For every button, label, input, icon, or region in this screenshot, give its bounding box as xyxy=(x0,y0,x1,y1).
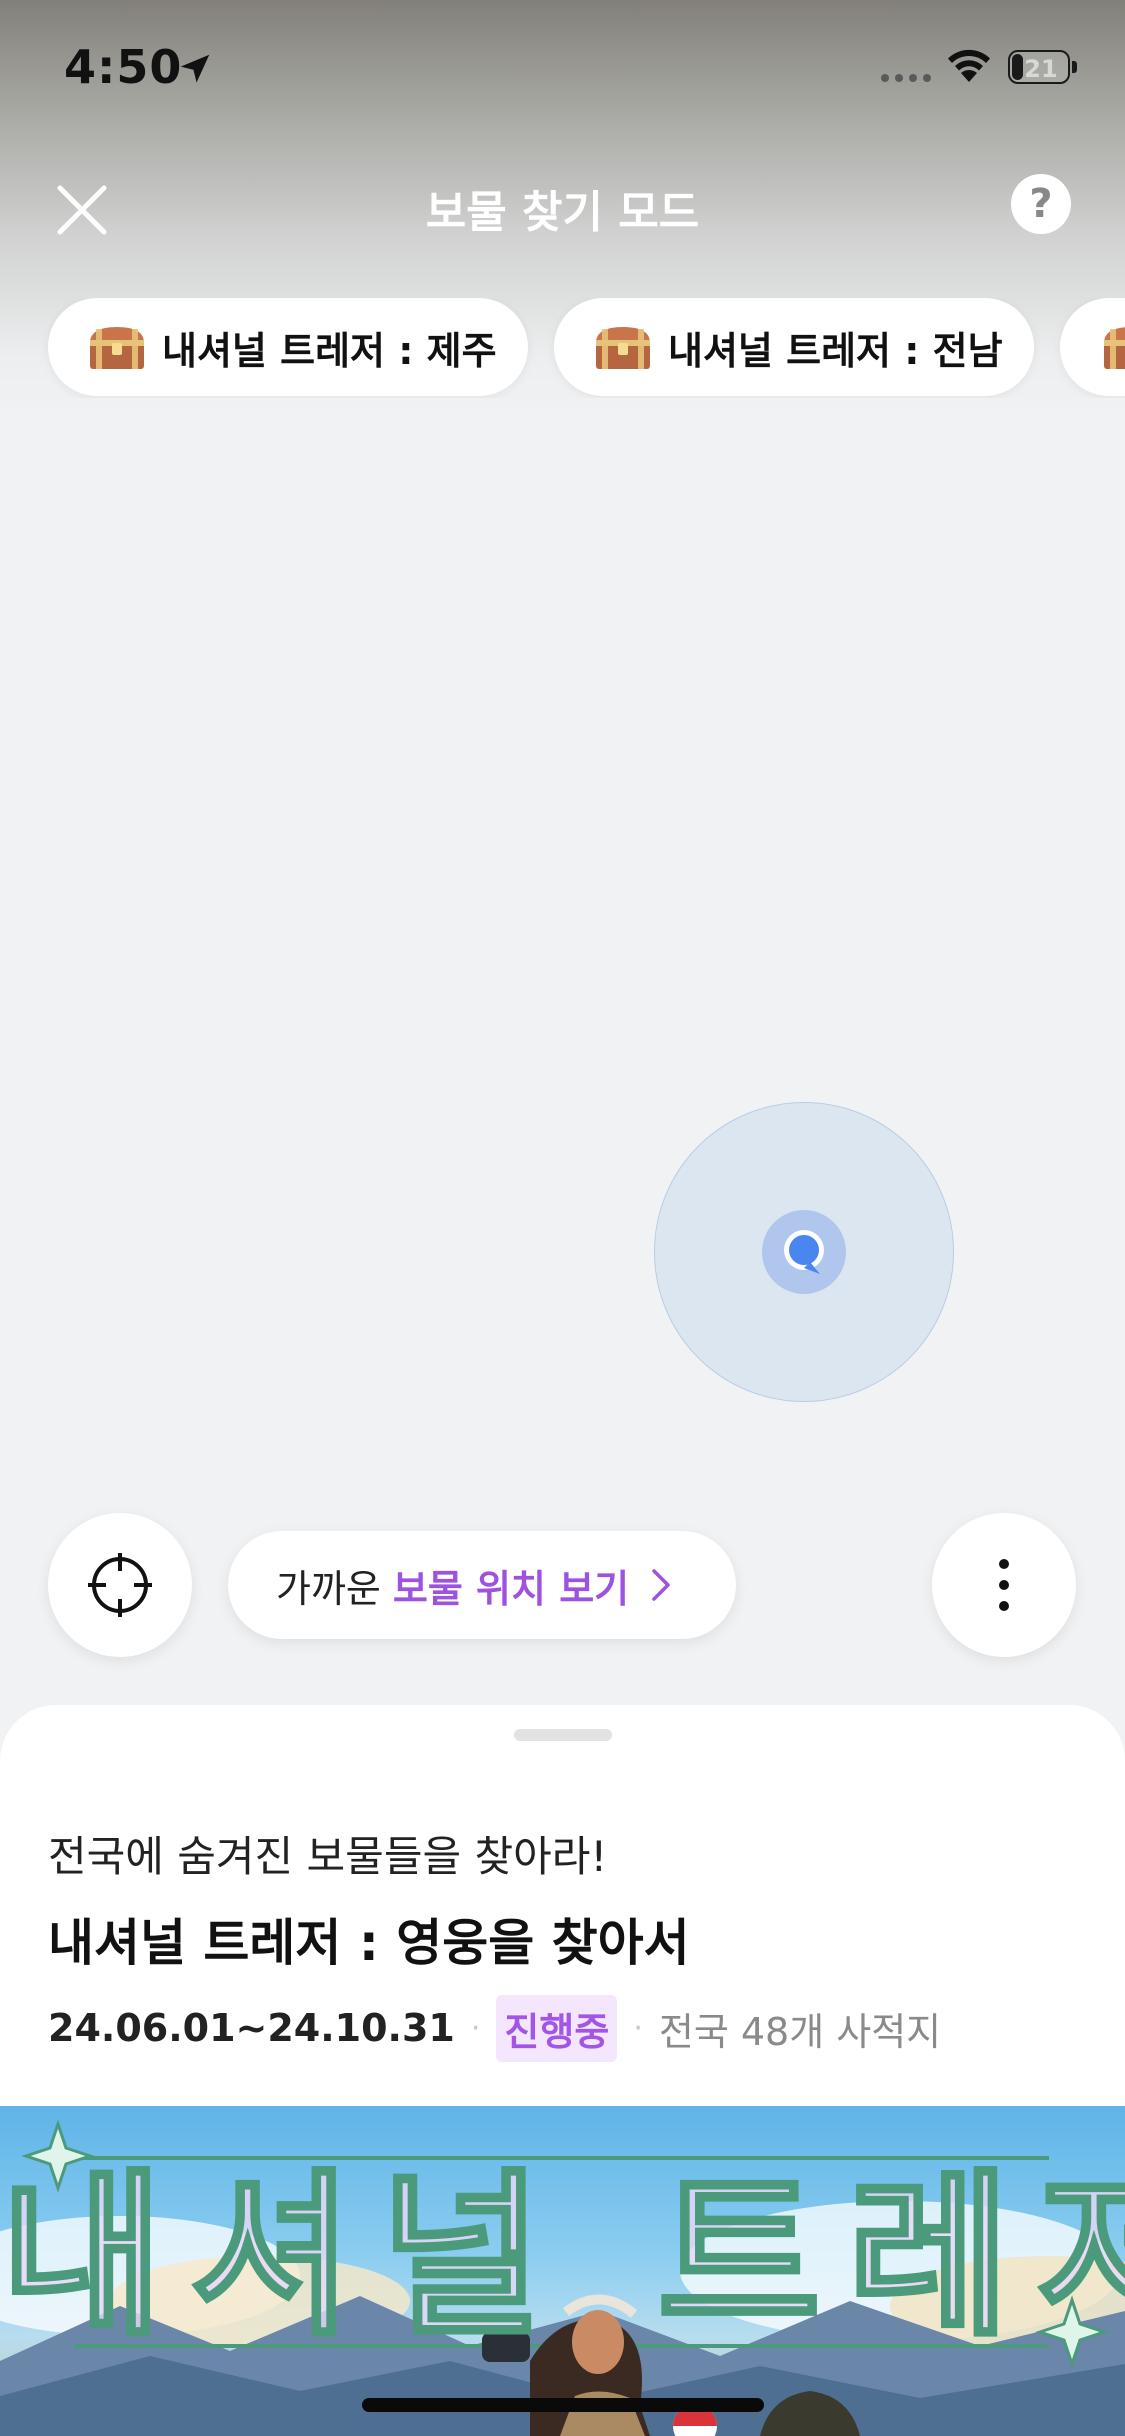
treasure-chip-list: 내셔널 트레저 : 제주 내셔널 트레저 : 전남 xyxy=(0,298,1125,398)
banner-title: 내셔널 트레저 xyxy=(0,2153,1125,2360)
crosshair-icon xyxy=(88,1553,152,1617)
event-banner-image[interactable]: 내셔널 트레저 xyxy=(0,2106,1125,2436)
chevron-right-icon xyxy=(652,1569,670,1601)
status-badge: 진행중 xyxy=(496,1994,618,2062)
battery-icon: 21 xyxy=(1008,50,1078,86)
nearby-prefix: 가까운 xyxy=(276,1566,381,1611)
location-arrow-icon xyxy=(180,54,210,83)
user-location-marker[interactable] xyxy=(780,1228,828,1276)
event-location: 전국 48개 사적지 xyxy=(658,2009,942,2054)
chip-jeonnam[interactable]: 내셔널 트레저 : 전남 xyxy=(554,298,1034,396)
treasure-chest-icon xyxy=(90,327,144,369)
chip-next[interactable] xyxy=(1060,298,1125,396)
status-time: 4:50 xyxy=(64,40,183,94)
sheet-drag-handle[interactable] xyxy=(514,1729,612,1741)
treasure-chest-icon xyxy=(1104,327,1125,369)
locate-me-button[interactable] xyxy=(48,1513,192,1657)
event-subtitle: 전국에 숨겨진 보물들을 찾아라! xyxy=(48,1832,608,1881)
top-nav: 보물 찾기 모드 ? xyxy=(0,160,1125,250)
status-bar: 4:50 21 xyxy=(0,0,1125,140)
home-indicator[interactable] xyxy=(362,2398,764,2412)
wifi-icon xyxy=(948,49,990,82)
battery-level-text: 21 xyxy=(1024,55,1058,83)
page-title: 보물 찾기 모드 xyxy=(425,187,700,238)
question-mark-icon: ? xyxy=(1029,181,1053,227)
treasure-chest-icon xyxy=(596,327,650,369)
nearby-highlight: 보물 위치 보기 xyxy=(392,1566,630,1611)
cellular-signal-icon xyxy=(881,74,931,82)
event-meta: 24.06.01~24.10.31 · 진행중 · 전국 48개 사적지 xyxy=(48,1994,942,2062)
chip-label: 내셔널 트레저 : 제주 xyxy=(162,328,497,373)
meta-separator: · xyxy=(633,2010,643,2046)
more-options-button[interactable] xyxy=(932,1513,1076,1657)
nearby-treasure-button[interactable]: 가까운 보물 위치 보기 xyxy=(228,1531,736,1639)
help-button[interactable]: ? xyxy=(1011,174,1071,234)
event-title: 내셔널 트레저 : 영웅을 찾아서 xyxy=(48,1914,690,1972)
meta-separator: · xyxy=(470,2010,481,2046)
event-date-range: 24.06.01~24.10.31 xyxy=(48,2006,455,2050)
chip-jeju[interactable]: 내셔널 트레저 : 제주 xyxy=(48,298,528,396)
chip-label: 내셔널 트레저 : 전남 xyxy=(668,328,1003,373)
